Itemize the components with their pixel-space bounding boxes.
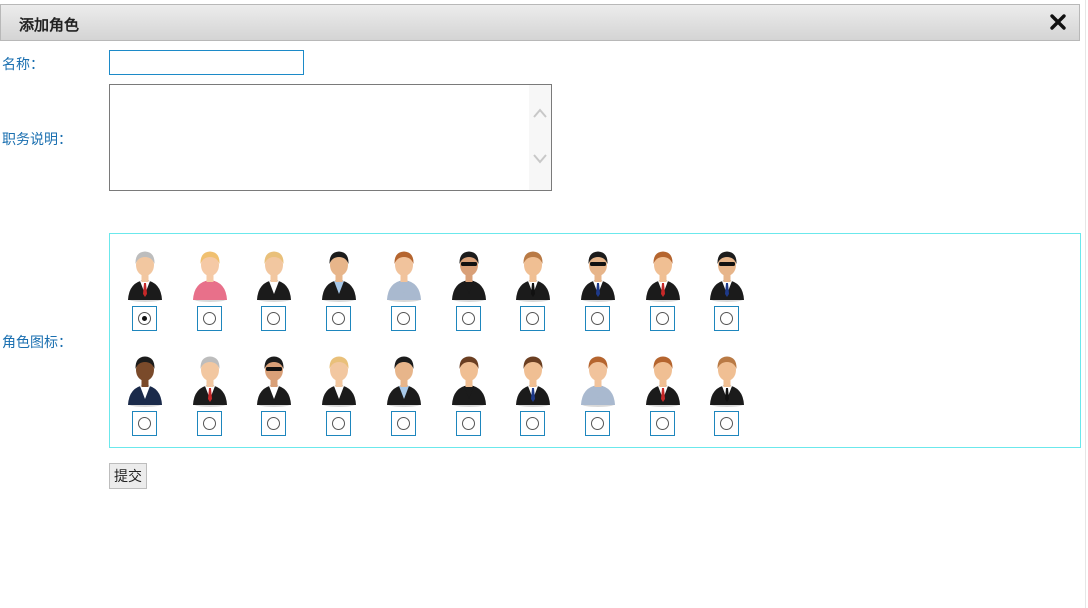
radio-circle (461, 312, 475, 325)
radio-circle (655, 312, 669, 325)
role-icon-option[interactable] (185, 349, 235, 439)
radio-circle (138, 312, 151, 325)
role-icon-radio[interactable] (261, 411, 287, 436)
role-icon-radio[interactable] (261, 306, 287, 331)
avatar-man-headset-icon[interactable] (514, 349, 552, 407)
role-icon-radio[interactable] (714, 411, 740, 436)
description-textarea[interactable] (110, 85, 528, 190)
radio-circle (526, 417, 540, 430)
name-label: 名称： (2, 57, 44, 73)
avatar-man-black-hair-icon[interactable] (320, 244, 358, 302)
role-icon-option[interactable] (314, 349, 364, 439)
radio-circle (720, 312, 734, 325)
radio-circle (526, 312, 540, 325)
avatar-woman-brown-hair-icon[interactable] (385, 244, 423, 302)
role-icon-option[interactable] (573, 244, 623, 334)
avatar-woman-brown-hair-2-icon[interactable] (579, 349, 617, 407)
role-icon-picker (109, 233, 1081, 448)
role-icon-option[interactable] (508, 244, 558, 334)
radio-circle (396, 312, 410, 325)
role-icon-option[interactable] (444, 349, 494, 439)
role-icon-option[interactable] (249, 244, 299, 334)
dialog-titlebar: 添加角色 (0, 4, 1080, 41)
role-icon-option[interactable] (379, 349, 429, 439)
role-icon-option[interactable] (249, 349, 299, 439)
role-icon-radio[interactable] (649, 306, 675, 331)
submit-button[interactable]: 提交 (109, 463, 147, 489)
radio-circle (267, 417, 281, 430)
role-icon-radio[interactable] (132, 411, 157, 436)
description-label: 职务说明： (2, 132, 72, 148)
radio-selected-dot (142, 316, 147, 321)
role-icon-radio[interactable] (196, 306, 222, 331)
role-icon-option[interactable] (379, 244, 429, 334)
radio-circle (461, 417, 475, 430)
role-icon-radio[interactable] (455, 411, 481, 436)
avatar-gray-hair-man-2-icon[interactable] (191, 349, 229, 407)
window-edge (1085, 0, 1086, 608)
role-icon-radio[interactable] (390, 306, 416, 331)
role-icon-radio[interactable] (132, 306, 157, 331)
role-icon-radio[interactable] (520, 411, 546, 436)
avatar-dark-skin-woman-icon[interactable] (126, 349, 164, 407)
radio-circle (590, 312, 604, 325)
name-input[interactable] (109, 50, 304, 75)
close-icon[interactable] (1049, 11, 1067, 33)
radio-circle (396, 417, 410, 430)
radio-circle (267, 312, 281, 325)
radio-circle (202, 312, 216, 325)
role-icon-radio[interactable] (584, 306, 610, 331)
avatar-woman-headset-icon[interactable] (450, 349, 488, 407)
avatar-blonde-woman-pink-icon[interactable] (191, 244, 229, 302)
role-icon-option[interactable] (638, 349, 688, 439)
role-icon-radio[interactable] (520, 306, 546, 331)
role-icon-option[interactable] (120, 244, 170, 334)
description-scrollbar[interactable] (529, 85, 551, 190)
role-icon-radio[interactable] (390, 411, 416, 436)
role-icon-option[interactable] (638, 244, 688, 334)
radio-circle (332, 312, 346, 325)
avatar-man-red-tie-icon[interactable] (644, 244, 682, 302)
radio-circle (720, 417, 734, 430)
avatar-woman-sunglasses-icon[interactable] (450, 244, 488, 302)
role-icon-radio[interactable] (455, 306, 481, 331)
role-icon-radio[interactable] (714, 306, 740, 331)
avatar-man-bowtie-icon[interactable] (514, 244, 552, 302)
role-icon-option[interactable] (702, 349, 752, 439)
role-icon-option[interactable] (508, 349, 558, 439)
scroll-down-icon[interactable] (532, 153, 548, 165)
role-icon-radio[interactable] (326, 306, 352, 331)
avatar-agent-sunglasses-icon[interactable] (708, 244, 746, 302)
role-icon-option[interactable] (573, 349, 623, 439)
avatar-man-black-hair-2-icon[interactable] (385, 349, 423, 407)
description-field (109, 84, 552, 191)
avatar-man-bowtie-2-icon[interactable] (708, 349, 746, 407)
scroll-up-icon[interactable] (532, 107, 548, 119)
avatar-woman-sunglasses-2-icon[interactable] (255, 349, 293, 407)
radio-circle (332, 417, 346, 430)
role-icon-option[interactable] (702, 244, 752, 334)
avatar-blonde-woman-suit-2-icon[interactable] (320, 349, 358, 407)
radio-circle (655, 417, 669, 430)
avatar-gray-hair-man-icon[interactable] (126, 244, 164, 302)
radio-circle (138, 417, 151, 430)
dialog-title: 添加角色 (19, 16, 80, 34)
radio-circle (202, 417, 216, 430)
role-icon-option[interactable] (314, 244, 364, 334)
radio-circle (590, 417, 604, 430)
role-icon-option[interactable] (185, 244, 235, 334)
role-icon-label: 角色图标： (2, 335, 72, 351)
role-icon-radio[interactable] (584, 411, 610, 436)
avatar-man-red-tie-2-icon[interactable] (644, 349, 682, 407)
avatar-blonde-woman-suit-icon[interactable] (255, 244, 293, 302)
role-icon-radio[interactable] (649, 411, 675, 436)
add-role-dialog: 添加角色 名称： 职务说明： 角色图标： 提交 (0, 0, 1082, 608)
role-icon-option[interactable] (120, 349, 170, 439)
role-icon-radio[interactable] (326, 411, 352, 436)
role-icon-option[interactable] (444, 244, 494, 334)
role-icon-radio[interactable] (196, 411, 222, 436)
avatar-agent-blue-tie-icon[interactable] (579, 244, 617, 302)
